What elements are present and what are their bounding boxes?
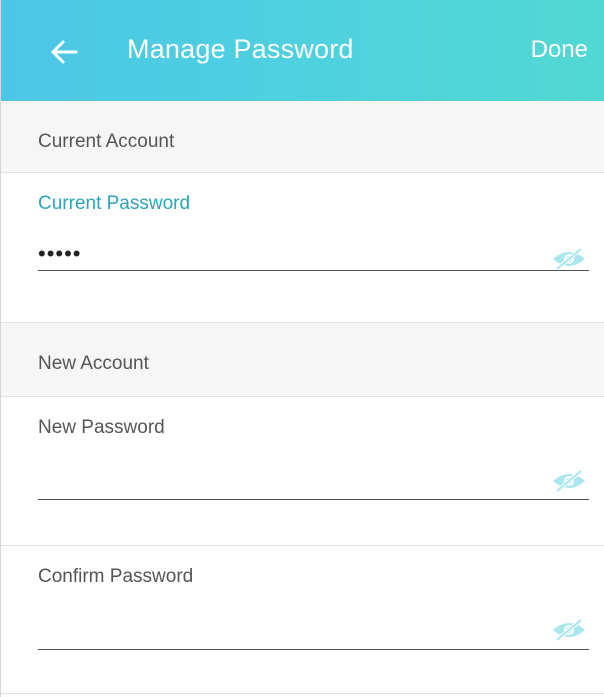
section-title: New Account [38,353,149,374]
new-password-field-group: New Password [1,397,604,546]
new-password-label: New Password [38,417,165,438]
current-password-input[interactable] [38,237,589,271]
eye-hidden-icon [553,469,585,493]
show-new-password-toggle[interactable] [551,469,587,493]
top-app-bar: Manage Password Done [1,0,604,101]
eye-hidden-icon [553,618,585,642]
confirm-password-field-group: Confirm Password [1,546,604,694]
confirm-password-label: Confirm Password [38,566,194,587]
show-current-password-toggle[interactable] [551,247,587,271]
done-button[interactable]: Done [531,36,588,64]
section-title: Current Account [38,131,175,152]
current-password-field-group: Current Password [1,173,604,323]
new-password-input[interactable] [38,466,589,500]
page-title: Manage Password [127,34,354,64]
eye-hidden-icon [553,247,585,271]
arrow-left-icon [51,40,78,64]
confirm-password-input[interactable] [38,616,589,650]
back-button[interactable] [41,30,81,74]
show-confirm-password-toggle[interactable] [551,618,587,642]
manage-password-screen: Manage Password Done Current Account Cur… [0,0,604,697]
current-password-label: Current Password [38,193,191,214]
section-header-new-account: New Account [1,323,604,397]
section-header-current-account: Current Account [1,101,604,173]
